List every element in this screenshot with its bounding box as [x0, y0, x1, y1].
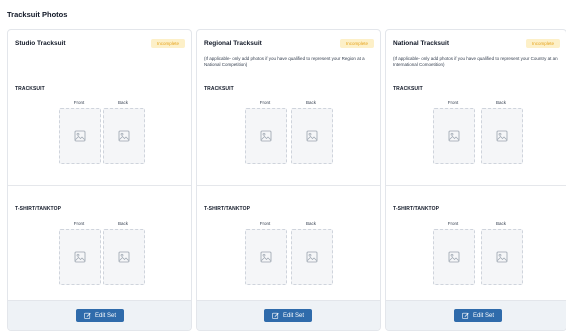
- photo-label-front: Front: [447, 221, 459, 226]
- edit-set-label: Edit Set: [472, 312, 494, 319]
- edit-set-button[interactable]: Edit Set: [76, 309, 124, 322]
- card-title: Regional Tracksuit: [204, 40, 262, 47]
- card-title: Studio Tracksuit: [15, 40, 66, 47]
- edit-set-button[interactable]: Edit Set: [454, 309, 502, 322]
- card-studio-tracksuit: Studio Tracksuit Incomplete TRACKSUIT Fr…: [7, 29, 192, 331]
- photo-label-back: Back: [305, 100, 316, 105]
- card-regional-tracksuit: Regional Tracksuit Incomplete (If applic…: [196, 29, 381, 331]
- image-placeholder-icon: [118, 130, 130, 142]
- image-placeholder-icon: [118, 251, 130, 263]
- photo-label-back: Back: [495, 100, 506, 105]
- edit-set-button[interactable]: Edit Set: [264, 309, 312, 322]
- photo-label-back: Back: [117, 221, 128, 226]
- image-placeholder-icon: [74, 251, 86, 263]
- card-note: (If applicable- only add photos if you h…: [204, 56, 365, 67]
- divider: [386, 185, 566, 186]
- section-label-tracksuit: TRACKSUIT: [204, 86, 234, 92]
- photo-upload-front[interactable]: [433, 108, 475, 164]
- photo-upload-back[interactable]: [103, 229, 145, 285]
- photo-upload-front[interactable]: [59, 229, 101, 285]
- status-badge: Incomplete: [150, 39, 185, 48]
- image-placeholder-icon: [306, 130, 318, 142]
- photo-label-front: Front: [259, 100, 271, 105]
- photo-upload-front[interactable]: [245, 229, 287, 285]
- photo-upload-back[interactable]: [291, 108, 333, 164]
- photo-upload-back[interactable]: [291, 229, 333, 285]
- edit-set-label: Edit Set: [94, 312, 116, 319]
- photo-upload-back[interactable]: [481, 108, 523, 164]
- divider: [197, 185, 380, 186]
- card-note: (If applicable- only add photos if you h…: [393, 56, 558, 67]
- edit-icon: [84, 312, 91, 319]
- section-label-tshirt-tanktop: T-SHIRT/TANKTOP: [204, 206, 251, 212]
- photo-upload-back[interactable]: [481, 229, 523, 285]
- photo-upload-front[interactable]: [433, 229, 475, 285]
- edit-icon: [462, 312, 469, 319]
- status-badge: Incomplete: [339, 39, 374, 48]
- page-title: Tracksuit Photos: [7, 10, 68, 19]
- photo-upload-front[interactable]: [245, 108, 287, 164]
- card-title: National Tracksuit: [393, 40, 449, 47]
- photo-upload-back[interactable]: [103, 108, 145, 164]
- photo-label-back: Back: [117, 100, 128, 105]
- photo-label-back: Back: [305, 221, 316, 226]
- image-placeholder-icon: [496, 251, 508, 263]
- photo-label-back: Back: [495, 221, 506, 226]
- photo-label-front: Front: [73, 221, 85, 226]
- section-label-tshirt-tanktop: T-SHIRT/TANKTOP: [15, 206, 62, 212]
- card-footer: Edit Set: [386, 300, 566, 330]
- card-national-tracksuit: National Tracksuit Incomplete (If applic…: [385, 29, 566, 331]
- image-placeholder-icon: [496, 130, 508, 142]
- image-placeholder-icon: [448, 130, 460, 142]
- image-placeholder-icon: [74, 130, 86, 142]
- photo-label-front: Front: [447, 100, 459, 105]
- image-placeholder-icon: [306, 251, 318, 263]
- photo-upload-front[interactable]: [59, 108, 101, 164]
- section-label-tshirt-tanktop: T-SHIRT/TANKTOP: [393, 206, 440, 212]
- edit-icon: [272, 312, 279, 319]
- photo-label-front: Front: [73, 100, 85, 105]
- section-label-tracksuit: TRACKSUIT: [393, 86, 423, 92]
- card-footer: Edit Set: [197, 300, 380, 330]
- photo-label-front: Front: [259, 221, 271, 226]
- card-footer: Edit Set: [8, 300, 191, 330]
- image-placeholder-icon: [260, 130, 272, 142]
- edit-set-label: Edit Set: [282, 312, 304, 319]
- status-badge: Incomplete: [525, 39, 560, 48]
- image-placeholder-icon: [260, 251, 272, 263]
- image-placeholder-icon: [448, 251, 460, 263]
- divider: [8, 185, 191, 186]
- section-label-tracksuit: TRACKSUIT: [15, 86, 45, 92]
